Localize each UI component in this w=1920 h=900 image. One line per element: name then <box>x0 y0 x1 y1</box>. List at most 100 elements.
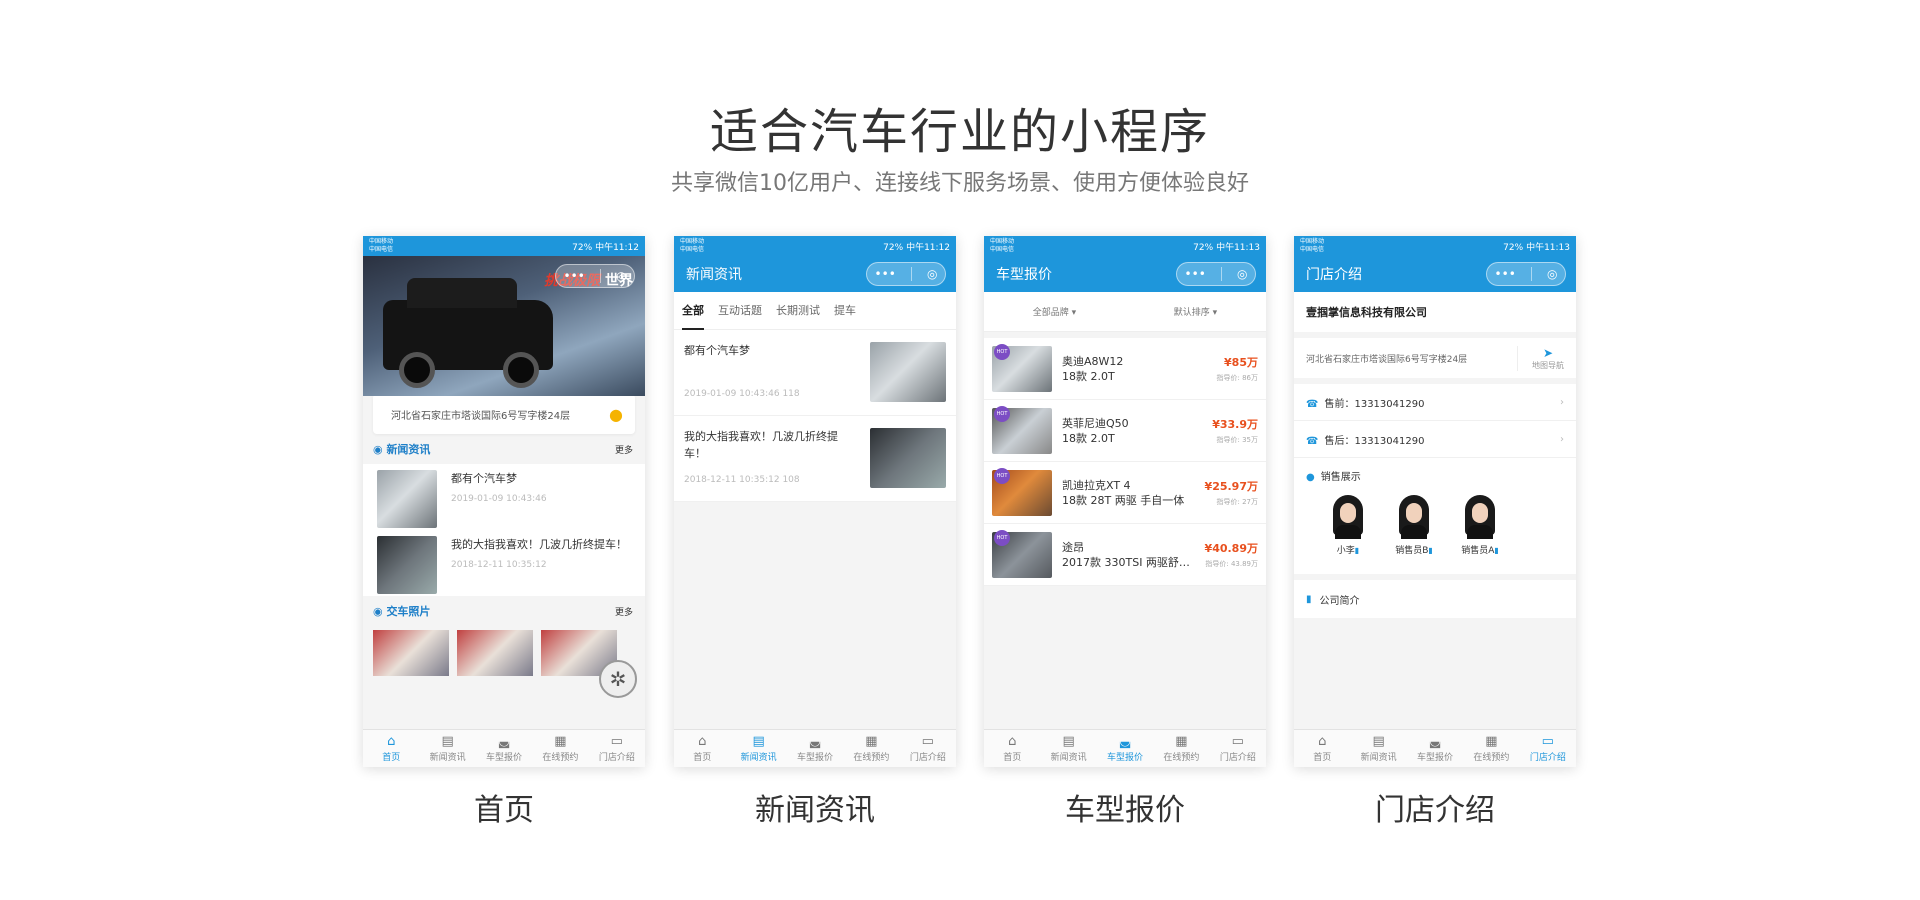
phone-icon[interactable]: ▮ <box>1428 546 1432 555</box>
tab-home[interactable]: ⌂ 首页 <box>1294 730 1350 767</box>
delivery-photo[interactable] <box>373 630 449 676</box>
status-time: 中午11:13 <box>1526 242 1570 253</box>
tab-news[interactable]: ▤ 新闻资讯 <box>1350 730 1406 767</box>
close-icon[interactable]: ◎ <box>1237 267 1247 281</box>
list-item[interactable]: 都有个汽车梦 2019-01-09 10:43:46 118 <box>674 330 956 416</box>
phone-icon[interactable]: ▮ <box>1355 546 1359 555</box>
news-category-tabs: 全部 互动话题 长期测试 提车 <box>674 292 956 330</box>
aftersale-phone-row[interactable]: ☎ 售后：13313041290 › <box>1294 421 1576 458</box>
tab-price[interactable]: ◛ 车型报价 <box>787 730 843 767</box>
store-address: 河北省石家庄市塔谈国际6号写字楼24层 <box>391 410 571 422</box>
tab-booking[interactable]: ▦ 在线预约 <box>843 730 899 767</box>
tab-price[interactable]: ◛ 车型报价 <box>476 730 532 767</box>
brand-logo-icon[interactable]: ✲ <box>599 660 637 698</box>
more-icon[interactable]: ••• <box>875 267 896 281</box>
more-link[interactable]: 更多 <box>615 443 633 456</box>
location-pin-icon[interactable]: ● <box>609 405 623 424</box>
tab-all[interactable]: 全部 <box>682 292 704 330</box>
tab-news[interactable]: ▤ 新闻资讯 <box>419 730 475 767</box>
hot-badge: HOT <box>994 468 1010 484</box>
car-row[interactable]: HOT 途昂 2017款 330TSI 两驱舒… ¥40.89万 指导价: 43.8… <box>984 524 1266 586</box>
filter-bar: 全部品牌 ▾ 默认排序 ▾ <box>984 292 1266 332</box>
list-item[interactable]: 我的大指我喜欢！几波几折终提车！ 2018-12-11 10:35:12 108 <box>674 416 956 502</box>
mini-program-capsule[interactable]: ••• ◎ <box>555 264 635 288</box>
photos-section-header: ◉ 交车照片 更多 <box>363 596 645 626</box>
caption-store: 门店介绍 <box>1375 793 1495 828</box>
bookmark-icon: ▮ <box>1306 593 1312 605</box>
home-icon: ⌂ <box>1008 734 1017 749</box>
store-icon: ▭ <box>921 734 934 749</box>
news-section-title: ◉ 新闻资讯 <box>373 443 431 456</box>
navigation-arrow-icon: ➤ <box>1542 345 1554 360</box>
list-item[interactable]: 都有个汽车梦 2019-01-09 10:43:46 <box>363 464 645 530</box>
user-icon: ● <box>1306 472 1315 483</box>
tab-bar: ⌂ 首页 ▤ 新闻资讯 ◛ 车型报价 ▦ 在线预约 ▭ 门店介绍 <box>674 729 956 767</box>
tab-pickup[interactable]: 提车 <box>834 292 856 330</box>
close-icon[interactable]: ◎ <box>616 269 626 283</box>
chevron-right-icon: › <box>1560 433 1564 445</box>
tab-store[interactable]: ▭ 门店介绍 <box>1520 730 1576 767</box>
clipboard-icon: ▦ <box>865 734 878 749</box>
hot-badge: HOT <box>994 406 1010 422</box>
mini-program-capsule[interactable]: ••• ◎ <box>866 262 946 286</box>
mini-program-capsule[interactable]: ••• ◎ <box>1486 262 1566 286</box>
map-navigation-button[interactable]: ➤ 地图导航 <box>1517 345 1564 371</box>
phone-news: 中国移动 中国电信 72% 中午11:12 新闻资讯 ••• ◎ 全部 互动话题 长… <box>674 236 956 767</box>
news-section-header: ◉ 新闻资讯 更多 <box>363 434 645 464</box>
news-icon: ▤ <box>1372 734 1385 749</box>
phone-home: 中国移动 中国电信 72% 中午11:12 挑战极限 世界 ••• ◎ 河北省石家庄… <box>363 236 645 767</box>
caption-home: 首页 <box>474 793 534 828</box>
chevron-right-icon: › <box>1560 396 1564 408</box>
news-icon: ▤ <box>441 734 454 749</box>
more-icon[interactable]: ••• <box>564 269 585 283</box>
more-icon[interactable]: ••• <box>1185 267 1206 281</box>
tab-topics[interactable]: 互动话题 <box>718 292 762 330</box>
store-address-row: 河北省石家庄市塔谈国际6号写字楼24层 ➤ 地图导航 <box>1294 338 1576 378</box>
sort-filter[interactable]: 默认排序 ▾ <box>1174 305 1217 318</box>
list-item[interactable]: 我的大指我喜欢！几波几折终提车！ 2018-12-11 10:35:12 <box>363 530 645 596</box>
news-list: 都有个汽车梦 2019-01-09 10:43:46 我的大指我喜欢！几波几折终提… <box>363 464 645 596</box>
store-address: 河北省石家庄市塔谈国际6号写字楼24层 <box>1306 354 1468 365</box>
more-icon[interactable]: ••• <box>1495 267 1516 281</box>
tab-home[interactable]: ⌂ 首页 <box>984 730 1040 767</box>
car-row[interactable]: HOT 奥迪A8W12 18款 2.0T ¥85万 指导价: 86万 <box>984 338 1266 400</box>
home-icon: ⌂ <box>387 734 396 749</box>
brand-filter[interactable]: 全部品牌 ▾ <box>1033 305 1076 318</box>
tab-booking[interactable]: ▦ 在线预约 <box>532 730 588 767</box>
tab-home[interactable]: ⌂ 首页 <box>674 730 730 767</box>
close-icon[interactable]: ◎ <box>1547 267 1557 281</box>
store-address-card[interactable]: 河北省石家庄市塔谈国际6号写字楼24层 ● <box>373 394 635 434</box>
car-row[interactable]: HOT 英菲尼迪Q50 18款 2.0T ¥33.9万 指导价: 35万 <box>984 400 1266 462</box>
status-bar: 中国移动 中国电信 72% 中午11:13 <box>984 236 1266 256</box>
staff-card[interactable]: 销售员A▮ <box>1454 495 1506 556</box>
news-thumbnail <box>377 536 437 594</box>
mini-program-capsule[interactable]: ••• ◎ <box>1176 262 1256 286</box>
company-name: 壹掴掌信息科技有限公司 <box>1294 292 1576 332</box>
tab-store[interactable]: ▭ 门店介绍 <box>900 730 956 767</box>
tab-store[interactable]: ▭ 门店介绍 <box>589 730 645 767</box>
staff-card[interactable]: 销售员B▮ <box>1388 495 1440 556</box>
close-icon[interactable]: ◎ <box>927 267 937 281</box>
status-bar: 中国移动 中国电信 72% 中午11:13 <box>1294 236 1576 256</box>
phone-price: 中国移动 中国电信 72% 中午11:13 车型报价 ••• ◎ 全部品牌 ▾ 默认… <box>984 236 1266 767</box>
tab-price[interactable]: ◛ 车型报价 <box>1097 730 1153 767</box>
company-intro-row[interactable]: ▮ 公司简介 <box>1294 580 1576 618</box>
status-time: 中午11:12 <box>595 242 639 253</box>
more-link[interactable]: 更多 <box>615 605 633 618</box>
car-row[interactable]: HOT 凯迪拉克XT 4 18款 28T 两驱 手自一体 ¥25.97万 指导价: … <box>984 462 1266 524</box>
tab-news[interactable]: ▤ 新闻资讯 <box>730 730 786 767</box>
tab-news[interactable]: ▤ 新闻资讯 <box>1040 730 1096 767</box>
staff-card[interactable]: 小李▮ <box>1322 495 1374 556</box>
tab-home[interactable]: ⌂ 首页 <box>363 730 419 767</box>
tab-booking[interactable]: ▦ 在线预约 <box>1153 730 1209 767</box>
tab-long-term-test[interactable]: 长期测试 <box>776 292 820 330</box>
battery-level: 72% <box>1503 242 1524 253</box>
tab-store[interactable]: ▭ 门店介绍 <box>1210 730 1266 767</box>
home-icon: ⌂ <box>698 734 707 749</box>
tab-booking[interactable]: ▦ 在线预约 <box>1463 730 1519 767</box>
phone-icon[interactable]: ▮ <box>1494 546 1498 555</box>
delivery-photo[interactable] <box>457 630 533 676</box>
presale-phone-row[interactable]: ☎ 售前：13313041290 › <box>1294 384 1576 421</box>
tab-price[interactable]: ◛ 车型报价 <box>1407 730 1463 767</box>
phone-store: 中国移动 中国电信 72% 中午11:13 门店介绍 ••• ◎ 壹掴掌信息科技有限… <box>1294 236 1576 767</box>
